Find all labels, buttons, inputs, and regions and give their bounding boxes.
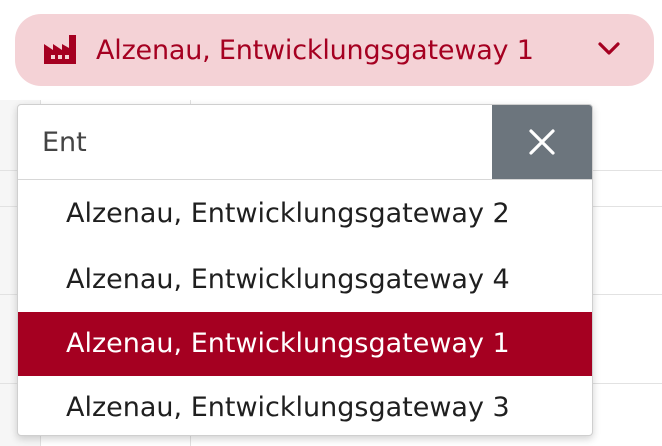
location-option[interactable]: Alzenau, Entwicklungsgateway 3: [18, 376, 592, 435]
location-options-list: Alzenau, Entwicklungsgateway 2 Alzenau, …: [18, 180, 592, 435]
location-dropdown: Alzenau, Entwicklungsgateway 2 Alzenau, …: [17, 104, 593, 436]
chevron-down-icon: [596, 39, 622, 59]
location-option-selected[interactable]: Alzenau, Entwicklungsgateway 1: [18, 312, 592, 376]
search-row: [18, 105, 592, 180]
search-input[interactable]: [18, 105, 492, 179]
location-selector-label: Alzenau, Entwicklungsgateway 1: [96, 34, 534, 66]
factory-icon: [43, 33, 81, 65]
clear-search-button[interactable]: [492, 105, 592, 179]
location-selector-button[interactable]: Alzenau, Entwicklungsgateway 1: [15, 14, 654, 86]
location-option[interactable]: Alzenau, Entwicklungsgateway 2: [18, 180, 592, 248]
close-icon: [528, 128, 556, 156]
location-option[interactable]: Alzenau, Entwicklungsgateway 4: [18, 248, 592, 312]
